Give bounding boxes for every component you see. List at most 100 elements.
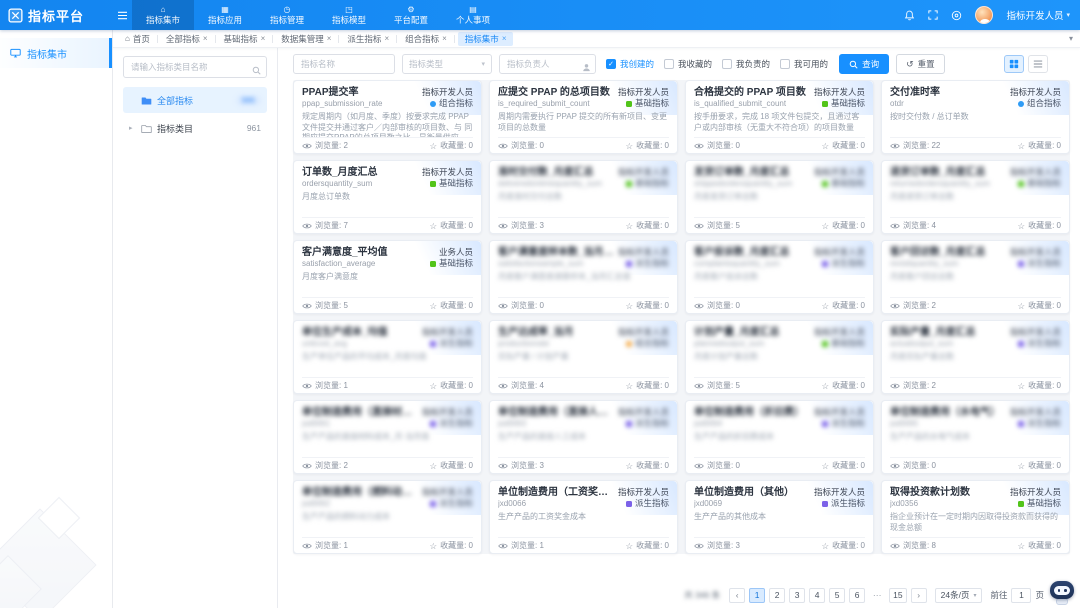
badge-label: 组合指标 [439, 98, 473, 109]
filter-checkbox-1[interactable]: 我收藏的 [664, 58, 712, 70]
tab-5[interactable]: 组合指标× [397, 30, 455, 48]
collapse-menu-icon[interactable] [113, 0, 132, 30]
metric-card[interactable]: 单位制造费用（直接人工）jxd0063指标开发人员派生指标生产产品的直接人工成本… [489, 400, 678, 474]
reset-icon: ↺ [906, 60, 914, 69]
close-icon[interactable]: × [384, 35, 389, 43]
query-button[interactable]: 查询 [839, 54, 889, 74]
metric-type-badge: 组合指标 [1010, 98, 1061, 109]
metric-type-placeholder: 指标类型 [409, 58, 443, 70]
nav-item-4[interactable]: ⚙平台配置 [380, 0, 442, 30]
tree-item-0[interactable]: 全部指标986 [123, 87, 267, 113]
metric-title: 客户投诉数_月度汇总 [694, 246, 790, 259]
views-label: 浏览量: 2 [315, 460, 348, 471]
tree-item-1[interactable]: ▸指标类目961 [123, 115, 267, 141]
goto-page-input[interactable] [1011, 588, 1031, 603]
filter-checkbox-3[interactable]: 我可用的 [780, 58, 828, 70]
view-toggle-group [1004, 55, 1048, 73]
metric-card[interactable]: 退货订单数_月度汇总returnedordersquantity_sum指标开发… [881, 160, 1070, 234]
close-icon[interactable]: × [502, 35, 507, 43]
tab-4[interactable]: 派生指标× [339, 30, 397, 48]
close-icon[interactable]: × [261, 35, 266, 43]
metric-card[interactable]: 单位制造费用（水电气）jxd0065指标开发人员派生指标生产产品的水电气成本浏览… [881, 400, 1070, 474]
metric-card[interactable]: 实际产量_月度汇总actualoutput_sum指标开发人员派生指标月度实际产… [881, 320, 1070, 394]
tree-item-count: 986 [236, 95, 261, 106]
metric-card[interactable]: 客户投诉数_月度汇总complaintsquantity_sum指标开发人员派生… [685, 240, 874, 314]
tab-label: 数据集管理 [281, 33, 324, 45]
card-footer: 浏览量: 0☆收藏量: 0 [498, 297, 669, 313]
page-button-4[interactable]: 4 [809, 588, 825, 603]
page-button-3[interactable]: 3 [789, 588, 805, 603]
metric-name-input[interactable] [293, 54, 395, 74]
metric-card[interactable]: 单位制造费用（直接材料）jxd0061指标开发人员派生指标生产产品的直接材料成本… [293, 400, 482, 474]
metric-card[interactable]: 生产达成率_当月productionrate指标开发人员组合指标实际产量 / 计… [489, 320, 678, 394]
reset-button[interactable]: ↺ 重置 [896, 54, 945, 74]
assistant-robot-button[interactable] [1047, 581, 1077, 608]
metric-card[interactable]: 合格提交的 PPAP 项目数is_qualified_submit_count指… [685, 80, 874, 154]
tab-2[interactable]: 基础指标× [216, 30, 274, 48]
nav-item-5[interactable]: ▤个人事项 [442, 0, 504, 30]
card-meta: 指标开发人员派生指标 [422, 406, 473, 429]
metric-card[interactable]: 单位制造费用（燃料动力）jxd0062指标开发人员派生指标生产产品的燃料动力成本… [293, 480, 482, 554]
metric-description: 按手册要求，完成 18 项文件包提交，且通过客户或内部审核（无重大不符合项）的项… [694, 112, 865, 137]
card-head: 单位制造费用（水电气）jxd0065指标开发人员派生指标 [890, 406, 1061, 429]
user-menu[interactable]: 指标开发人员▾ [1006, 8, 1070, 22]
nav-item-2[interactable]: ◷指标管理 [256, 0, 318, 30]
metric-card[interactable]: 客户回访数_月度汇总revisitquantity_sum指标开发人员派生指标月… [881, 240, 1070, 314]
notification-bell-icon[interactable] [904, 10, 915, 21]
favorites-stat: ☆收藏量: 0 [821, 300, 865, 311]
metric-card[interactable]: 取得投资款计划数jxd0356指标开发人员基础指标指企业预计在一定时期内因取得投… [881, 480, 1070, 554]
query-button-label: 查询 [862, 58, 879, 70]
close-icon[interactable]: × [203, 35, 208, 43]
star-icon: ☆ [429, 222, 437, 230]
nav-item-1[interactable]: ▦指标应用 [194, 0, 256, 30]
metric-card[interactable]: 客户满意度_平均值satisfaction_average业务人员基础指标月度客… [293, 240, 482, 314]
page-button-15[interactable]: 15 [889, 588, 906, 603]
favorites-stat: ☆收藏量: 0 [429, 460, 473, 471]
metric-description: 生产产品的折旧费成本 [694, 432, 865, 457]
next-page-button[interactable]: › [911, 588, 927, 603]
close-icon[interactable]: × [442, 35, 447, 43]
prev-page-button[interactable]: ‹ [729, 588, 745, 603]
metric-card[interactable]: 应提交 PPAP 的总项目数is_required_submit_count指标… [489, 80, 678, 154]
metric-card[interactable]: 准时交付数_月度汇总deliveredontimequantity_sum指标开… [489, 160, 678, 234]
grid-view-icon[interactable] [1004, 55, 1024, 73]
filter-checkbox-0[interactable]: ✓我创建的 [606, 58, 654, 70]
list-view-icon[interactable] [1028, 55, 1048, 73]
fullscreen-icon[interactable] [928, 10, 938, 20]
tab-3[interactable]: 数据集管理× [273, 30, 339, 48]
category-search-input[interactable] [123, 56, 267, 78]
close-icon[interactable]: × [327, 35, 332, 43]
badge-label: 基础指标 [1027, 178, 1061, 189]
page-button-2[interactable]: 2 [769, 588, 785, 603]
help-icon[interactable] [951, 10, 962, 21]
metric-card[interactable]: 计划产量_月度汇总plannedoutput_sum指标开发人员基础指标月度计划… [685, 320, 874, 394]
tab-0[interactable]: ⌂首页 [117, 30, 158, 48]
filter-checkbox-2[interactable]: 我负责的 [722, 58, 770, 70]
eye-icon [694, 222, 704, 230]
page-button-6[interactable]: 6 [849, 588, 865, 603]
tab-6[interactable]: 指标集市× [458, 32, 514, 46]
metric-card[interactable]: 单位制造费用（折旧费）jxd0064指标开发人员派生指标生产产品的折旧费成本浏览… [685, 400, 874, 474]
metric-type-select[interactable]: 指标类型 ▾ [402, 54, 492, 74]
tabbar-chevron-down-icon[interactable]: ▾ [1069, 34, 1080, 43]
metric-card[interactable]: PPAP提交率ppap_submission_rate指标开发人员组合指标规定周… [293, 80, 482, 154]
metric-description: 按时交付数 / 总订单数 [890, 112, 1061, 137]
eye-icon [498, 302, 508, 310]
metric-card[interactable]: 交付准时率otdr指标开发人员组合指标按时交付数 / 总订单数浏览量: 22☆收… [881, 80, 1070, 154]
nav-item-3[interactable]: ◳指标模型 [318, 0, 380, 30]
favorites-label: 收藏量: 0 [1028, 380, 1061, 391]
search-icon [252, 62, 261, 80]
sidebar-item-metric-market[interactable]: 指标集市 [0, 38, 112, 68]
metric-card[interactable]: 发货订单数_月度汇总shippedordersquantity_sum指标开发人… [685, 160, 874, 234]
tab-1[interactable]: 全部指标× [158, 30, 216, 48]
metric-card[interactable]: 订单数_月度汇总ordersquantity_sum指标开发人员基础指标月度总订… [293, 160, 482, 234]
nav-item-0[interactable]: ⌂指标集市 [132, 0, 194, 30]
metric-card[interactable]: 客户满意度样本数_当月汇总satisfactionsample_sum指标开发人… [489, 240, 678, 314]
page-button-1[interactable]: 1 [749, 588, 765, 603]
metric-card[interactable]: 单位制造费用（工资奖金）jxd0066指标开发人员派生指标生产产品的工资奖金成本… [489, 480, 678, 554]
page-button-5[interactable]: 5 [829, 588, 845, 603]
metric-card[interactable]: 单位生产成本_均值unitcost_avg指标开发人员派生指标生产单位产品的平均… [293, 320, 482, 394]
metric-card[interactable]: 单位制造费用（其他）jxd0069指标开发人员派生指标生产产品的其他成本浏览量:… [685, 480, 874, 554]
user-avatar[interactable] [975, 6, 993, 24]
page-size-select[interactable]: 24条/页▾ [935, 588, 983, 603]
